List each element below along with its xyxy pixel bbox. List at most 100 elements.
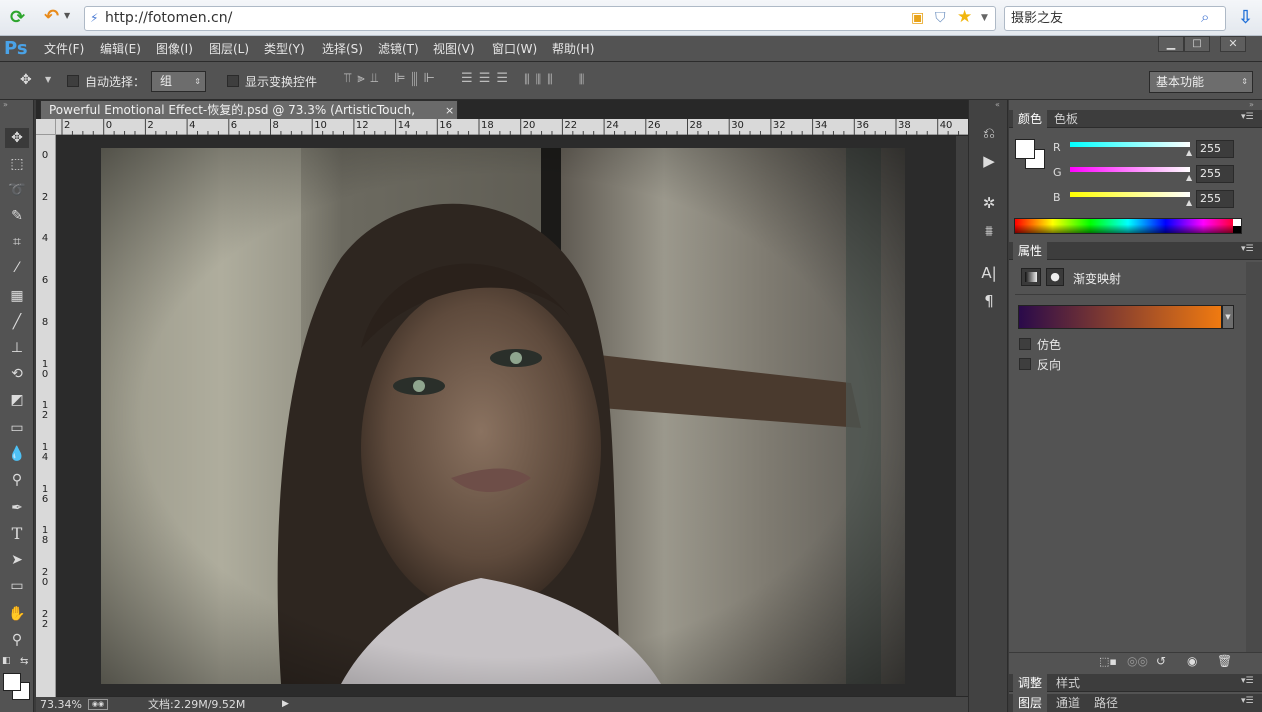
zoom-level[interactable]: 73.34%	[40, 697, 82, 712]
auto-select-checkbox[interactable]	[67, 75, 79, 87]
tab-paths[interactable]: 路径	[1089, 694, 1123, 712]
canvas-photo[interactable]	[101, 148, 905, 684]
marquee-tool-icon[interactable]: ⬚	[5, 154, 29, 174]
rectangle-tool-icon[interactable]: ▭	[5, 576, 29, 596]
align-top-icon[interactable]: ⫪	[344, 71, 357, 86]
path-select-tool-icon[interactable]: ➤	[5, 550, 29, 570]
restore-button[interactable]: □	[1184, 36, 1210, 52]
star-icon[interactable]: ★	[957, 6, 972, 29]
gradient-dropdown[interactable]: ▼	[1222, 305, 1234, 329]
menu-image[interactable]: 图像(I)	[156, 40, 193, 57]
dither-checkbox[interactable]	[1019, 338, 1031, 350]
horizontal-ruler[interactable]: 2 0 2 4 6 8 10 12 14 16 18 20 22 24 26 28 30 32 34 36 38 40	[56, 119, 968, 135]
align-bottom-icon[interactable]: ⫫	[371, 71, 384, 86]
distribute-vcenter-icon[interactable]: ☰	[479, 71, 497, 86]
history-brush-tool-icon[interactable]: ⟲	[5, 364, 29, 384]
status-menu-icon[interactable]: ▶	[282, 697, 289, 712]
auto-align-icon[interactable]: ⫴	[579, 71, 590, 86]
brush-presets-icon[interactable]: ✲	[977, 192, 1001, 214]
extension-icon[interactable]: ▣	[911, 7, 924, 30]
gradient-tool-icon[interactable]: ▭	[5, 418, 29, 438]
swap-colors-icon[interactable]: ⇆	[20, 656, 28, 667]
menu-window[interactable]: 窗口(W)	[492, 40, 537, 57]
crop-tool-icon[interactable]: ⌗	[5, 232, 29, 252]
move-tool-icon[interactable]: ✥	[20, 72, 32, 88]
tab-channels[interactable]: 通道	[1051, 694, 1085, 712]
align-right-icon[interactable]: ⊩	[423, 71, 440, 86]
undo-icon[interactable]: ↶	[44, 7, 64, 27]
panel-menu-icon[interactable]: ▾☰	[1241, 696, 1254, 706]
align-hcenter-icon[interactable]: ⫼	[411, 71, 423, 86]
foreground-color-swatch[interactable]	[3, 673, 21, 691]
g-slider-handle[interactable]: ▲	[1186, 173, 1192, 182]
b-value-field[interactable]: 255	[1196, 190, 1234, 208]
color-spectrum[interactable]	[1014, 218, 1242, 234]
g-value-field[interactable]: 255	[1196, 165, 1234, 183]
menu-filter[interactable]: 滤镜(T)	[378, 40, 419, 57]
align-vcenter-icon[interactable]: ⫸	[357, 71, 370, 86]
spectrum-black-swatch[interactable]	[1233, 226, 1241, 233]
collapse-icon[interactable]: «	[995, 100, 1000, 109]
document-tab[interactable]: Powerful Emotional Effect-恢复的.psd @ 73.3…	[40, 100, 458, 136]
eyedropper-tool-icon[interactable]: ⁄	[5, 258, 29, 278]
pen-tool-icon[interactable]: ✒	[5, 498, 29, 518]
r-slider-handle[interactable]: ▲	[1186, 148, 1192, 157]
distribute-left-icon[interactable]: ⫴	[524, 71, 535, 86]
panel-menu-icon[interactable]: ▾☰	[1241, 244, 1254, 254]
workspace-dropdown[interactable]: 基本功能 ⇕	[1149, 71, 1253, 93]
vertical-ruler[interactable]: 0 2 4 6 8 10 12 14 16 18 20 22	[36, 135, 56, 697]
dropdown-icon[interactable]: ▼	[981, 7, 988, 30]
clip-to-layer-icon[interactable]: ⬚▪	[1099, 655, 1117, 668]
show-transform-checkbox[interactable]	[227, 75, 239, 87]
auto-select-dropdown[interactable]: 组 ⇕	[151, 71, 206, 92]
menu-file[interactable]: 文件(F)	[44, 40, 84, 57]
tab-swatches[interactable]: 色板	[1049, 110, 1083, 128]
gradient-editor[interactable]	[1018, 305, 1222, 329]
menu-layer[interactable]: 图层(L)	[209, 40, 249, 57]
undo-dropdown-icon[interactable]: ▼	[64, 11, 70, 20]
panel-menu-icon[interactable]: ▾☰	[1241, 676, 1254, 686]
distribute-top-icon[interactable]: ☰	[461, 71, 479, 86]
healing-brush-tool-icon[interactable]: ▦	[5, 286, 29, 306]
properties-scrollbar[interactable]	[1246, 262, 1262, 652]
tab-styles[interactable]: 样式	[1051, 674, 1085, 692]
search-input[interactable]: 摄影之友 ⌕	[1004, 6, 1226, 31]
delete-trash-icon[interactable]: 🗑	[1217, 654, 1232, 668]
shield-icon[interactable]: ⛉	[935, 7, 946, 30]
close-tab-icon[interactable]: ×	[445, 101, 454, 120]
distribute-bottom-icon[interactable]: ☰	[496, 71, 514, 86]
address-bar[interactable]: ⚡ http://fotomen.cn/ ▣ ⛉ ★ ▼	[84, 6, 996, 31]
distribute-right-icon[interactable]: ⫴	[547, 71, 558, 86]
collapse-icon[interactable]: »	[3, 100, 8, 109]
reverse-checkbox[interactable]	[1019, 358, 1031, 370]
align-left-icon[interactable]: ⊫	[394, 71, 411, 86]
blur-tool-icon[interactable]: 💧	[5, 444, 29, 464]
tab-color[interactable]: 颜色	[1013, 110, 1048, 128]
vertical-scrollbar[interactable]	[956, 136, 968, 696]
menu-select[interactable]: 选择(S)	[322, 40, 363, 57]
menu-help[interactable]: 帮助(H)	[552, 40, 594, 57]
panel-menu-icon[interactable]: ▾☰	[1241, 112, 1254, 122]
reset-icon[interactable]: ↺	[1156, 654, 1166, 668]
hand-tool-icon[interactable]: ✋	[5, 604, 29, 624]
tool-preset-dropdown-icon[interactable]: ▼	[45, 75, 51, 84]
search-icon[interactable]: ⌕	[1201, 6, 1209, 29]
zoom-tool-icon[interactable]: ⚲	[5, 630, 29, 650]
ruler-origin[interactable]	[36, 119, 56, 135]
character-panel-icon[interactable]: A|	[977, 262, 1001, 284]
menu-type[interactable]: 类型(Y)	[264, 40, 305, 57]
status-icon[interactable]: ◉◉	[88, 699, 108, 710]
tab-adjustments[interactable]: 调整	[1013, 674, 1048, 692]
eraser-tool-icon[interactable]: ◩	[5, 390, 29, 410]
b-slider[interactable]	[1070, 192, 1190, 197]
menu-view[interactable]: 视图(V)	[433, 40, 475, 57]
menu-edit[interactable]: 编辑(E)	[100, 40, 141, 57]
close-button[interactable]: ✕	[1220, 36, 1246, 52]
r-slider[interactable]	[1070, 142, 1190, 147]
clone-stamp-tool-icon[interactable]: ⊥	[5, 338, 29, 358]
type-tool-icon[interactable]: T	[5, 524, 29, 544]
minimize-button[interactable]: ▁	[1158, 36, 1184, 52]
default-colors-icon[interactable]: ◧	[2, 656, 11, 666]
view-previous-icon[interactable]: ◎◎	[1127, 654, 1148, 668]
foreground-swatch[interactable]	[1015, 139, 1035, 159]
